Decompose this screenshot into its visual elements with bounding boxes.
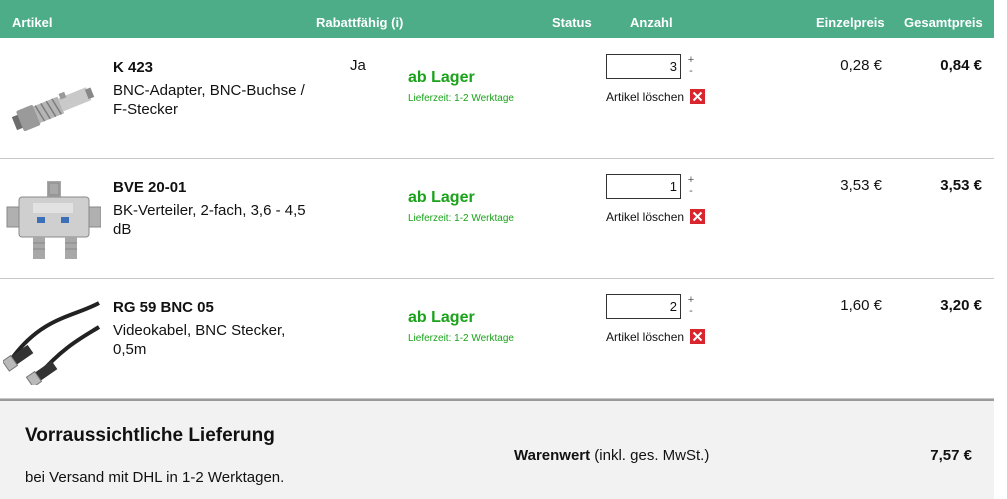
item-status: ab Lager — [408, 189, 475, 206]
item-total-price: 0,84 € — [940, 57, 982, 74]
delete-item-button[interactable]: Artikel löschen — [606, 209, 706, 224]
header-anzahl: Anzahl — [630, 15, 673, 30]
decrease-button[interactable]: - — [685, 186, 697, 197]
cart-summary: Vorraussichtliche Lieferung bei Versand … — [0, 399, 994, 499]
header-einzelpreis: Einzelpreis — [816, 15, 885, 30]
item-unit-price: 1,60 € — [840, 297, 882, 314]
quantity-input[interactable] — [606, 54, 681, 79]
delete-item-button[interactable]: Artikel löschen — [606, 329, 706, 344]
item-unit-price: 0,28 € — [840, 57, 882, 74]
header-artikel: Artikel — [12, 15, 53, 30]
cart-table-header: Artikel Rabattfähig (i) Status Anzahl Ei… — [0, 0, 994, 38]
cart-row: K 423 BNC-Adapter, BNC-Buchse / F-Stecke… — [0, 39, 994, 159]
item-status: ab Lager — [408, 69, 475, 86]
splitter-image[interactable] — [3, 177, 102, 265]
item-status: ab Lager — [408, 309, 475, 326]
cart-row: RG 59 BNC 05 Videokabel, BNC Stecker, 0,… — [0, 279, 994, 399]
delete-x-icon[interactable] — [690, 329, 706, 344]
quantity-input[interactable] — [606, 174, 681, 199]
warenwert-note: (inkl. ges. MwSt.) — [590, 447, 710, 464]
delivery-heading: Vorraussichtliche Lieferung — [25, 425, 275, 446]
warenwert-title: Warenwert — [514, 447, 591, 464]
item-total-price: 3,53 € — [940, 177, 982, 194]
quantity-input[interactable] — [606, 294, 681, 319]
bnc-adapter-image[interactable] — [3, 57, 101, 145]
warenwert-label: Warenwert (inkl. ges. MwSt.) — [514, 447, 709, 464]
item-description: BNC-Adapter, BNC-Buchse / F-Stecker — [113, 82, 305, 118]
quantity-stepper: + - — [685, 175, 697, 199]
item-lieferzeit: Lieferzeit: 1-2 Werktage — [408, 333, 514, 344]
item-description: Videokabel, BNC Stecker, 0,5m — [113, 322, 286, 358]
item-total-price: 3,20 € — [940, 297, 982, 314]
delete-item-label[interactable]: Artikel löschen — [606, 210, 684, 224]
item-description: BK-Verteiler, 2-fach, 3,6 - 4,5 dB — [113, 202, 306, 238]
decrease-button[interactable]: - — [685, 66, 697, 77]
item-lieferzeit: Lieferzeit: 1-2 Werktage — [408, 93, 514, 104]
bnc-cable-image[interactable] — [1, 297, 101, 388]
item-code[interactable]: K 423 — [113, 59, 153, 76]
item-unit-price: 3,53 € — [840, 177, 882, 194]
item-lieferzeit: Lieferzeit: 1-2 Werktage — [408, 213, 514, 224]
header-gesamtpreis: Gesamtpreis — [904, 15, 983, 30]
delivery-info: bei Versand mit DHL in 1-2 Werktagen. — [25, 469, 285, 486]
decrease-button[interactable]: - — [685, 306, 697, 317]
header-status: Status — [552, 15, 592, 30]
quantity-stepper: + - — [685, 295, 697, 319]
delete-item-label[interactable]: Artikel löschen — [606, 90, 684, 104]
item-rabatt: Ja — [350, 57, 366, 74]
delete-x-icon[interactable] — [690, 209, 706, 224]
item-code[interactable]: RG 59 BNC 05 — [113, 299, 214, 316]
item-code[interactable]: BVE 20-01 — [113, 179, 186, 196]
quantity-stepper: + - — [685, 55, 697, 79]
delete-item-button[interactable]: Artikel löschen — [606, 89, 706, 104]
delete-x-icon[interactable] — [690, 89, 706, 104]
header-rabattfaehig[interactable]: Rabattfähig (i) — [316, 15, 403, 30]
delete-item-label[interactable]: Artikel löschen — [606, 330, 684, 344]
cart-total: 7,57 € — [930, 447, 972, 464]
cart-row: BVE 20-01 BK-Verteiler, 2-fach, 3,6 - 4,… — [0, 159, 994, 279]
